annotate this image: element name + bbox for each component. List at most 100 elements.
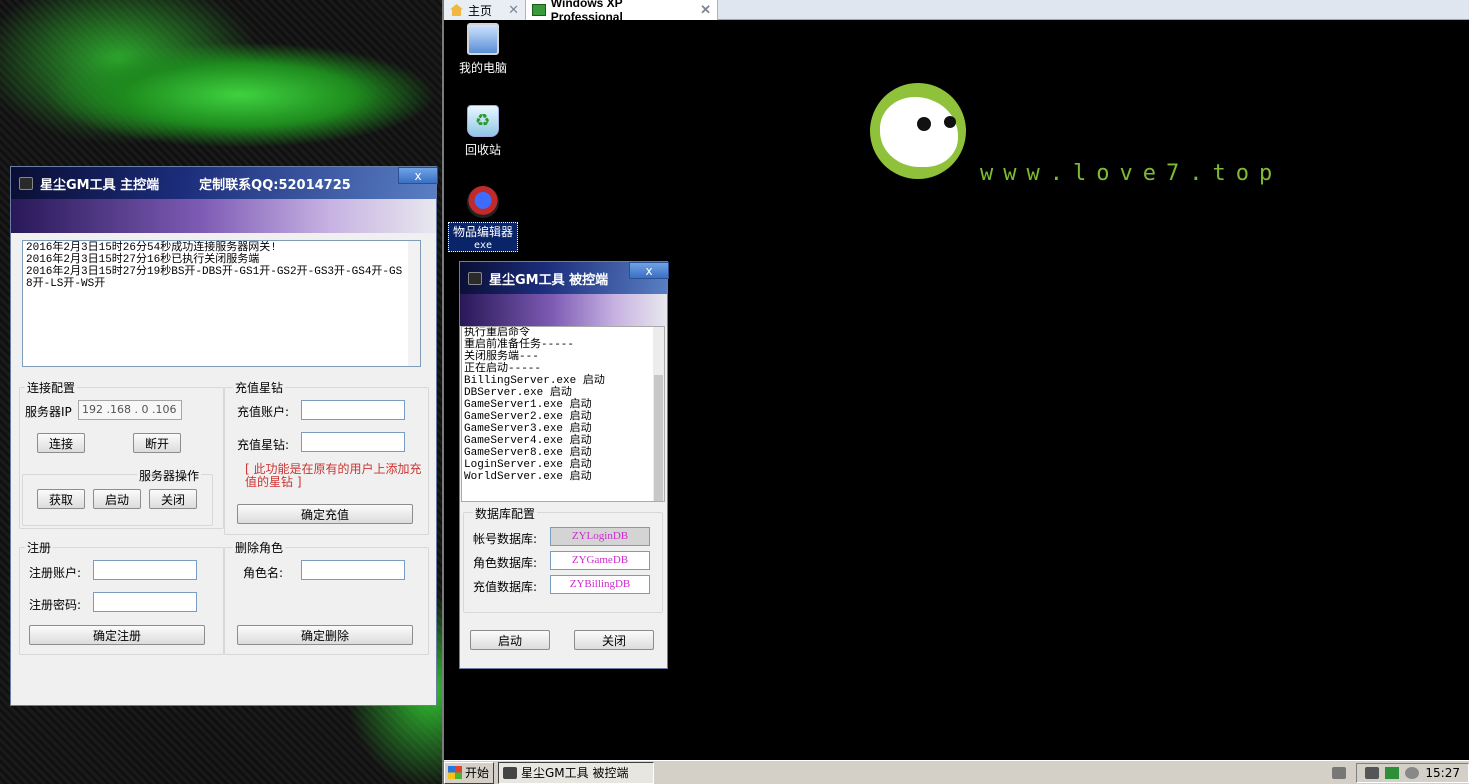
desktop-icon-item-editor[interactable]: 物品编辑器 exe (448, 186, 518, 252)
close-icon[interactable]: ✕ (508, 2, 519, 18)
log-line: LoginServer.exe 启动 (464, 459, 592, 471)
taskbar-button-client[interactable]: 星尘GM工具 被控端 (498, 761, 654, 784)
log-line: WorldServer.exe 启动 (464, 471, 592, 483)
close-icon[interactable]: ✕ (700, 2, 711, 18)
stop-server-button[interactable]: 关闭 (149, 489, 197, 509)
start-label: 开始 (465, 766, 490, 780)
role-name-input[interactable] (301, 560, 405, 580)
scrollbar-thumb[interactable] (654, 375, 663, 501)
close-button[interactable]: x (398, 167, 438, 184)
group-title: 充值星钻 (233, 379, 286, 396)
log-line: GameServer4.exe 启动 (464, 435, 592, 447)
server-ip-label: 服务器IP (25, 405, 72, 419)
tab-home[interactable]: 主页 ✕ (444, 0, 526, 20)
role-db-field[interactable]: ZYGameDB (550, 551, 650, 570)
register-account-input[interactable] (93, 560, 197, 580)
fetch-button[interactable]: 获取 (37, 489, 85, 509)
tab-home-label: 主页 (468, 3, 493, 18)
client-start-button[interactable]: 启动 (470, 630, 550, 650)
main-control-window: 星尘GM工具 主控端 定制联系QQ:52014725 x 2016年2月3日15… (10, 166, 438, 706)
recharge-amount-label: 充值星钻: (237, 438, 290, 452)
confirm-register-button[interactable]: 确定注册 (29, 625, 205, 645)
account-db-field[interactable]: ZYLoginDB (550, 527, 650, 546)
log-line: 2016年2月3日15时27分16秒已执行关闭服务端 (26, 254, 260, 266)
title-bar[interactable]: 星尘GM工具 主控端 定制联系QQ:52014725 (11, 167, 436, 199)
client-log-textarea[interactable]: 执行重启命令 重启前准备任务----- 关闭服务端--- 正在启动----- B… (461, 326, 665, 502)
desktop-icon-label: 我的电脑 (458, 61, 507, 75)
log-line: 2016年2月3日15时27分19秒BS开-DBS开-GS1开-GS2开-GS3… (26, 266, 403, 290)
home-icon (450, 4, 463, 16)
close-button[interactable]: x (629, 262, 669, 279)
desktop-icon-my-computer[interactable]: 我的电脑 (448, 23, 518, 76)
group-title: 服务器操作 (137, 467, 202, 484)
header-band (11, 199, 436, 233)
recharge-db-label: 充值数据库: (473, 580, 538, 594)
start-button[interactable]: 开始 (444, 761, 494, 784)
recharge-amount-input[interactable] (301, 432, 405, 452)
tab-windows-xp[interactable]: Windows XP Professional ✕ (526, 0, 718, 24)
desktop-icon-label: 物品编辑器 (452, 225, 513, 239)
client-close-button[interactable]: 关闭 (574, 630, 654, 650)
recharge-db-field[interactable]: ZYBillingDB (550, 575, 650, 594)
group-title: 数据库配置 (473, 505, 538, 522)
start-server-button[interactable]: 启动 (93, 489, 141, 509)
desktop-icon-sublabel: exe (473, 240, 493, 251)
input-method-icon[interactable] (1365, 766, 1380, 779)
recharge-warning: [ 此功能是在原有的用户上添加充值的星钻 ] (245, 462, 422, 489)
system-tray: 15:27 (1356, 762, 1469, 783)
window-title: 星尘GM工具 主控端 (40, 177, 160, 193)
vm-tab-bar: 主页 ✕ Windows XP Professional ✕ (444, 0, 1469, 24)
log-line: GameServer8.exe 启动 (464, 447, 592, 459)
taskbar-button-label: 星尘GM工具 被控端 (521, 766, 629, 780)
taskbar: 开始 星尘GM工具 被控端 15:27 (444, 760, 1469, 784)
desktop-icon-label-box: 物品编辑器 exe (448, 222, 518, 252)
header-band (460, 294, 667, 326)
contact-text: 定制联系QQ:52014725 (199, 177, 351, 193)
log-line: BillingServer.exe 启动 (464, 375, 605, 387)
scrollbar[interactable] (408, 241, 420, 366)
register-account-label: 注册账户: (29, 566, 82, 580)
register-password-input[interactable] (93, 592, 197, 612)
log-line: 重启前准备任务----- (464, 339, 575, 351)
log-line: GameServer1.exe 启动 (464, 399, 592, 411)
account-db-label: 帐号数据库: (473, 532, 538, 546)
log-textarea[interactable]: 2016年2月3日15时26分54秒成功连接服务器网关! 2016年2月3日15… (22, 240, 421, 367)
recharge-account-input[interactable] (301, 400, 405, 420)
log-line: DBServer.exe 启动 (464, 387, 572, 399)
group-title: 删除角色 (233, 539, 286, 556)
connect-button[interactable]: 连接 (37, 433, 85, 453)
role-db-label: 角色数据库: (473, 556, 538, 570)
group-title: 注册 (25, 539, 54, 556)
log-line: 正在启动----- (464, 363, 542, 375)
confirm-delete-button[interactable]: 确定删除 (237, 625, 413, 645)
app-icon (503, 766, 517, 779)
log-line: GameServer2.exe 启动 (464, 411, 592, 423)
app-icon (19, 176, 33, 190)
log-line: GameServer3.exe 启动 (464, 423, 592, 435)
role-name-label: 角色名: (243, 566, 284, 580)
logo-text: www.love7.top (980, 161, 1283, 186)
item-editor-icon (467, 186, 499, 218)
group-title: 连接配置 (25, 379, 78, 396)
recharge-account-label: 充值账户: (237, 405, 290, 419)
server-ip-field[interactable]: 192 .168 . 0 .106 (78, 400, 182, 420)
recycle-bin-icon (467, 105, 499, 137)
client-window: 星尘GM工具 被控端 x 执行重启命令 重启前准备任务----- 关闭服务端--… (459, 261, 669, 669)
desktop-icon-recycle-bin[interactable]: 回收站 (448, 105, 518, 158)
desktop-icon-label: 回收站 (464, 143, 501, 157)
confirm-recharge-button[interactable]: 确定充值 (237, 504, 413, 524)
network-icon[interactable] (1385, 766, 1400, 779)
vm-icon (532, 4, 546, 16)
my-computer-icon (467, 23, 499, 55)
dog-logo-icon (870, 83, 966, 179)
volume-icon[interactable] (1405, 766, 1420, 779)
log-line: 2016年2月3日15时26分54秒成功连接服务器网关! (26, 242, 277, 254)
log-line: 关闭服务端--- (464, 351, 539, 363)
register-password-label: 注册密码: (29, 598, 82, 612)
log-line: 执行重启命令 (464, 327, 530, 339)
app-icon (468, 271, 482, 285)
keyboard-icon[interactable] (1332, 766, 1347, 779)
disconnect-button[interactable]: 断开 (133, 433, 181, 453)
window-title: 星尘GM工具 被控端 (489, 272, 609, 288)
clock[interactable]: 15:27 (1425, 766, 1460, 780)
